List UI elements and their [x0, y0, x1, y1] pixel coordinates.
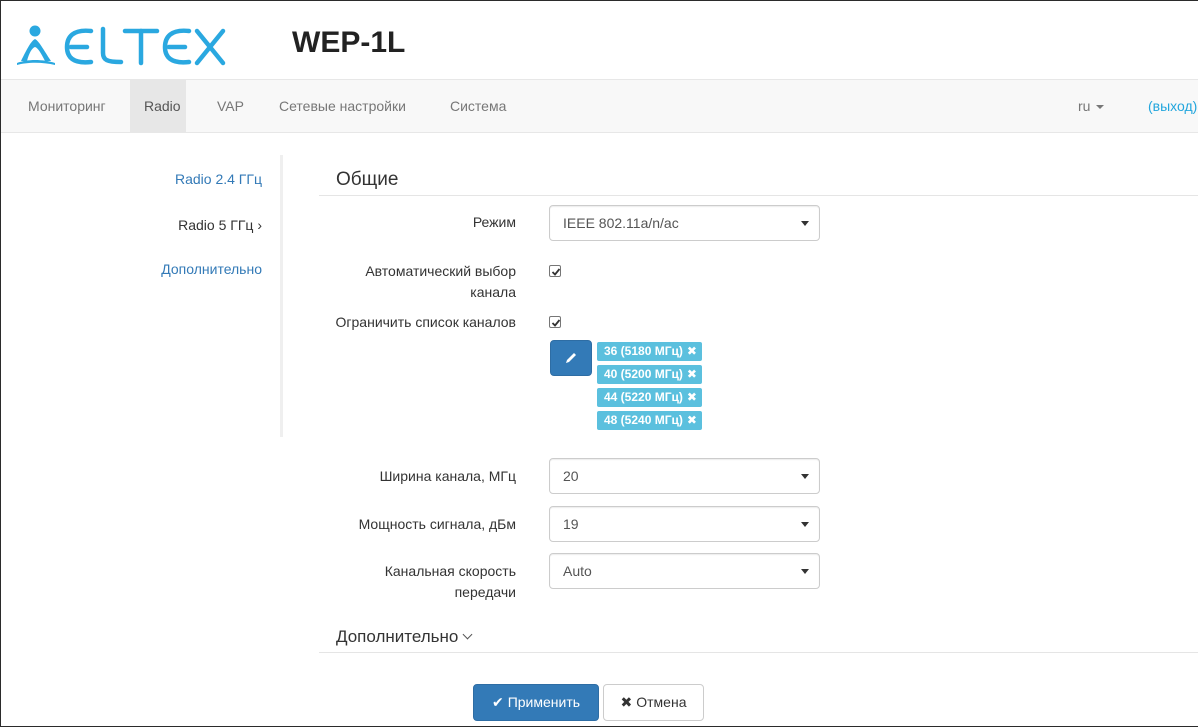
select-arrow-icon [801, 474, 809, 479]
channel-tag-label: 36 (5180 МГц) [604, 344, 683, 358]
channel-tag-label: 44 (5220 МГц) [604, 390, 683, 404]
times-icon[interactable]: ✖ [687, 390, 697, 404]
mode-label: Режим [472, 214, 516, 230]
channel-tag: 36 (5180 МГц) ✖ [597, 342, 702, 361]
caret-down-icon [1096, 105, 1105, 110]
sidebar: Radio 2.4 ГГц Radio 5 ГГц › Дополнительн… [1, 155, 283, 437]
auto-channel-label: Автоматический выбор канала [365, 261, 516, 303]
page-header: WEP-1L [1, 1, 1198, 79]
section-divider [319, 195, 1198, 196]
rate-label-line1: Канальная скорость [384, 563, 516, 579]
nav-tab-radio[interactable]: Radio [130, 80, 186, 132]
channel-width-select[interactable]: 20 [549, 458, 820, 494]
select-arrow-icon [801, 522, 809, 527]
auto-channel-checkbox[interactable] [549, 265, 561, 277]
checkmark-icon [551, 268, 561, 276]
times-icon[interactable]: ✖ [687, 344, 697, 358]
channel-tag: 40 (5200 МГц) ✖ [597, 365, 702, 384]
tx-power-label: Мощность сигнала, дБм [358, 516, 516, 532]
channel-width-label: Ширина канала, МГц [379, 468, 516, 484]
rate-label-line2: передачи [454, 584, 516, 600]
cancel-button[interactable]: ✖ Отмена [603, 684, 704, 721]
times-icon[interactable]: ✖ [687, 413, 697, 427]
channel-tag: 48 (5240 МГц) ✖ [597, 411, 702, 430]
channel-width-value: 20 [563, 468, 579, 484]
nav-tab-vap[interactable]: VAP [203, 80, 258, 132]
logout-link[interactable]: (выход) [1148, 80, 1197, 132]
limit-channels-checkbox[interactable] [549, 316, 561, 328]
times-icon: ✖ [620, 694, 633, 710]
language-value: ru [1078, 98, 1091, 114]
limit-channels-label: Ограничить список каналов [335, 314, 516, 330]
select-arrow-icon [801, 221, 809, 226]
language-dropdown[interactable]: ru [1078, 80, 1105, 132]
sidebar-item-advanced[interactable]: Дополнительно [161, 261, 262, 277]
check-icon: ✔ [491, 694, 504, 710]
tx-power-select[interactable]: 19 [549, 506, 820, 542]
channel-tag: 44 (5220 МГц) ✖ [597, 388, 702, 407]
auto-channel-label-line1: Автоматический выбор [365, 263, 516, 279]
channel-tag-label: 48 (5240 МГц) [604, 413, 683, 427]
rate-label: Канальная скорость передачи [385, 561, 516, 603]
nav-tab-monitoring[interactable]: Мониторинг [14, 80, 120, 132]
checkmark-icon [551, 319, 561, 327]
top-navbar: Мониторинг Radio VAP Сетевые настройки С… [1, 79, 1198, 133]
nav-tab-network-settings[interactable]: Сетевые настройки [265, 80, 420, 132]
advanced-section-toggle[interactable]: Дополнительно [336, 627, 473, 647]
apply-button-label: Применить [507, 694, 581, 710]
tx-power-value: 19 [563, 516, 579, 532]
mode-select[interactable]: IEEE 802.11a/n/ac [549, 205, 820, 241]
pencil-icon [566, 353, 576, 363]
nav-tab-system[interactable]: Система [436, 80, 520, 132]
edit-channels-button[interactable] [550, 340, 592, 376]
mode-value: IEEE 802.11a/n/ac [563, 215, 679, 231]
cancel-button-label: Отмена [636, 694, 687, 710]
device-title: WEP-1L [292, 26, 406, 59]
advanced-toggle-label: Дополнительно [336, 627, 459, 646]
sidebar-item-radio-24[interactable]: Radio 2.4 ГГц [175, 171, 262, 187]
eltex-logo-icon [17, 25, 226, 66]
app-window: WEP-1L Мониторинг Radio VAP Сетевые наст… [0, 0, 1198, 727]
apply-button[interactable]: ✔ Применить [473, 684, 599, 721]
rate-value: Auto [563, 563, 592, 579]
chevron-down-icon [462, 629, 473, 640]
select-arrow-icon [801, 569, 809, 574]
times-icon[interactable]: ✖ [687, 367, 697, 381]
section-title-general: Общие [336, 169, 399, 190]
section-divider [319, 652, 1198, 653]
rate-select[interactable]: Auto [549, 553, 820, 589]
auto-channel-label-line2: канала [470, 284, 516, 300]
channel-tag-label: 40 (5200 МГц) [604, 367, 683, 381]
sidebar-item-radio-5[interactable]: Radio 5 ГГц › [178, 217, 262, 233]
